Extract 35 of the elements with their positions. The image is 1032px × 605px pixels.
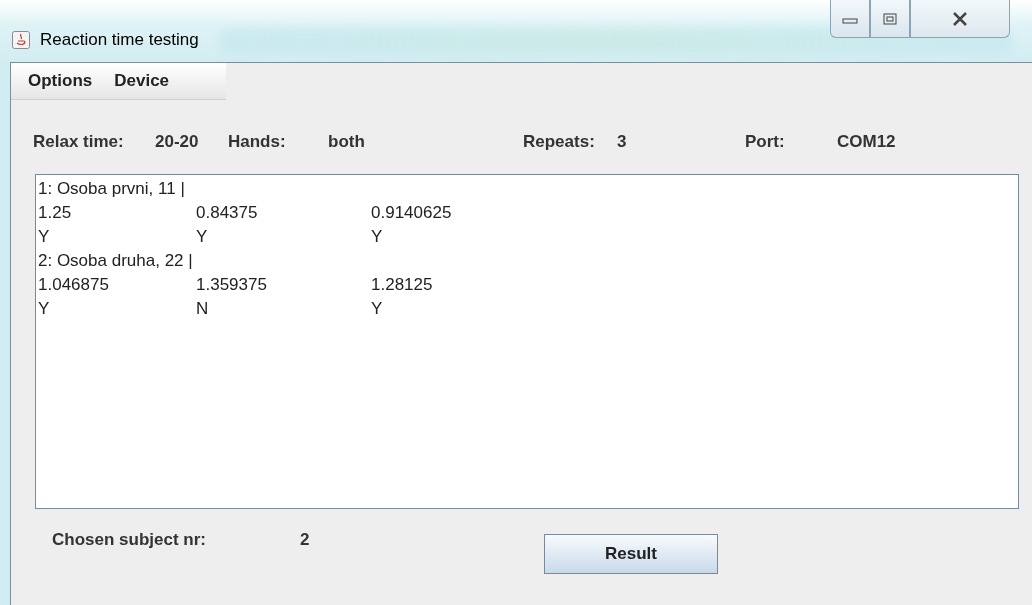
subject-header: 1: Osoba prvni, 11 |	[38, 179, 185, 199]
result-button[interactable]: Result	[544, 534, 718, 574]
setting-label: COM12	[837, 132, 897, 153]
subject-number: 2	[300, 529, 311, 550]
close-button[interactable]	[910, 0, 1010, 38]
flag-label: Y	[196, 227, 209, 247]
setting-label: 3	[617, 132, 628, 153]
app-icon	[12, 31, 30, 49]
menu-item[interactable]: Device	[114, 71, 170, 91]
time-value: 1.046875	[38, 275, 110, 295]
window-title: Reaction time testing	[40, 30, 199, 50]
maximize-icon	[883, 12, 897, 25]
flag-label: Y	[371, 227, 384, 247]
setting-label: Port:	[745, 132, 786, 153]
setting-label: Hands:	[228, 132, 287, 153]
flag-label: Y	[38, 227, 51, 247]
setting-label: both	[328, 132, 366, 153]
time-value: 1.359375	[196, 275, 268, 295]
flag-label: Y	[38, 299, 51, 319]
time-value: 1.28125	[371, 275, 434, 295]
menu-item[interactable]: Options	[28, 71, 93, 91]
close-icon	[952, 11, 968, 26]
time-value: 1.25	[38, 203, 73, 223]
time-value: 0.9140625	[371, 203, 453, 223]
time-value: 0.84375	[196, 203, 259, 223]
subject-label: Chosen subject nr:	[52, 529, 207, 550]
setting-label: 20-20	[155, 132, 200, 153]
subject-header: 2: Osoba druha, 22 |	[38, 251, 193, 271]
flag-label: N	[196, 299, 210, 319]
flag-label: Y	[371, 299, 384, 319]
maximize-button[interactable]	[870, 0, 910, 38]
results-text-area[interactable]: 1: Osoba prvni, 11 | 1.25 0.84375 0.9140625 Y Y Y 2: Osoba druha, 22 | 1.046875 1.359375 1.28125 Y N Y	[35, 174, 1019, 509]
setting-label: Repeats:	[523, 132, 596, 153]
minimize-button[interactable]	[830, 0, 870, 38]
setting-label: Relax time:	[33, 132, 125, 153]
